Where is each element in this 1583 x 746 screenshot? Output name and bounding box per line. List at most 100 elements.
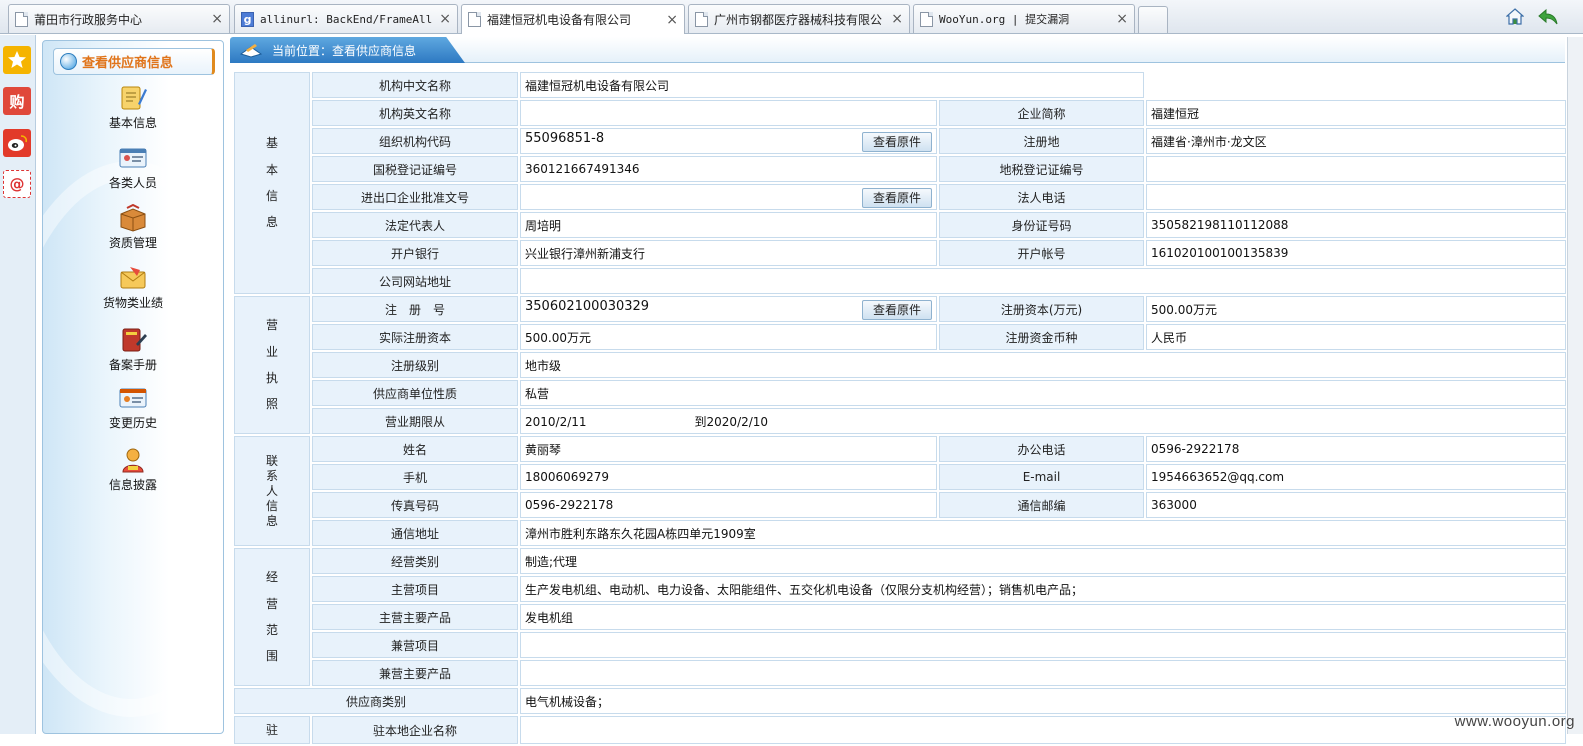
close-icon[interactable]: ×: [1116, 11, 1128, 27]
close-icon[interactable]: ×: [666, 12, 678, 28]
tab-putian[interactable]: 莆田市行政服务中心 ×: [8, 4, 230, 33]
nav-item-filing-manual[interactable]: 备案手册: [73, 326, 193, 373]
section-char: 业: [239, 339, 305, 365]
tab-guangzhou[interactable]: 广州市钢都医疗器械科技有限公 ×: [688, 4, 910, 33]
field-label: 兼营主要产品: [312, 660, 518, 686]
nav-item-performance[interactable]: 货物类业绩: [73, 264, 193, 311]
field-label: 开户银行: [312, 240, 518, 266]
field-label: 身份证号码: [939, 212, 1144, 238]
state-tax-value: 360121667491346: [520, 156, 937, 182]
table-row: 通信地址 漳州市胜利东路东久花园A栋四单元1909室: [234, 520, 1566, 546]
section-char: 围: [239, 643, 305, 669]
back-arrow-icon[interactable]: [1538, 8, 1558, 25]
nav-item-label: 变更历史: [109, 416, 157, 430]
field-label: 营业期限从: [312, 408, 518, 434]
breadcrumb: 当前位置：查看供应商信息: [230, 37, 465, 63]
nav-item-personnel[interactable]: 各类人员: [73, 144, 193, 191]
email-value: 1954663652@qq.com: [1146, 464, 1566, 490]
nav-item-disclosure[interactable]: 信息披露: [73, 446, 193, 493]
field-label: 办公电话: [939, 436, 1144, 462]
org-code-value: 55096851-8: [525, 131, 604, 146]
home-icon[interactable]: [1506, 8, 1524, 25]
field-label: 地税登记证编号: [939, 156, 1144, 182]
tab-google-search[interactable]: g allinurl: BackEnd/FrameAll.a ×: [234, 4, 458, 33]
table-row: 主营主要产品 发电机组: [234, 604, 1566, 630]
table-row: 公司网站地址: [234, 268, 1566, 294]
section-scope: 经 营 范 围: [234, 548, 310, 686]
section-basic-info: 基 本 信 息: [234, 72, 310, 294]
mail-icon[interactable]: @: [3, 170, 31, 198]
section-char: 本: [239, 157, 305, 183]
table-row: 机构英文名称 企业简称 福建恒冠: [234, 100, 1566, 126]
breadcrumb-text: 当前位置：查看供应商信息: [272, 42, 416, 59]
reg-no-value: 350602100030329: [525, 299, 649, 314]
section-char: 联: [239, 454, 305, 469]
nav-item-label: 货物类业绩: [103, 296, 163, 310]
period-from-value: 2010/2/11: [525, 415, 587, 429]
section-char: 信: [239, 499, 305, 514]
field-label: 注册资金币种: [939, 324, 1144, 350]
fax-value: 0596-2922178: [520, 492, 937, 518]
local-tax-value: [1146, 156, 1566, 182]
field-label: 传真号码: [312, 492, 518, 518]
view-original-button[interactable]: 查看原件: [862, 188, 932, 208]
id-card-icon: [118, 144, 148, 172]
section-char: 基: [239, 130, 305, 156]
side-business-value: [520, 632, 1566, 658]
en-name-value: [520, 100, 937, 126]
nav-item-label: 信息披露: [109, 478, 157, 492]
reg-capital-value: 500.00万元: [1146, 296, 1566, 322]
nav-item-qualification[interactable]: 资质管理: [73, 204, 193, 251]
nav-header: 查看供应商信息: [53, 48, 215, 75]
nav-item-basic-info[interactable]: 基本信息: [73, 84, 193, 131]
currency-value: 人民币: [1146, 324, 1566, 350]
field-label: 驻本地企业名称: [312, 716, 518, 744]
close-icon[interactable]: ×: [439, 11, 451, 27]
reg-place-value: 福建省·漳州市·龙文区: [1146, 128, 1566, 154]
view-original-button[interactable]: 查看原件: [862, 300, 932, 320]
tab-label: WooYun.org | 提交漏洞: [939, 11, 1110, 27]
field-label: 进出口企业批准文号: [312, 184, 518, 210]
field-label: 通信邮编: [939, 492, 1144, 518]
section-char: 营: [239, 591, 305, 617]
nav-item-label: 各类人员: [109, 176, 157, 190]
field-label: 注册级别: [312, 352, 518, 378]
section-char: 经: [239, 564, 305, 590]
shopping-icon[interactable]: 购: [3, 87, 31, 115]
watermark: www.wooyun.org: [1455, 713, 1575, 730]
table-row: 兼营主要产品: [234, 660, 1566, 686]
nav-item-change-history[interactable]: 变更历史: [73, 384, 193, 431]
nav-item-label: 备案手册: [109, 358, 157, 372]
section-char: 照: [239, 391, 305, 417]
field-label: 法人电话: [939, 184, 1144, 210]
field-label: 经营类别: [312, 548, 518, 574]
vertical-scrollbar[interactable]: [1567, 37, 1583, 734]
favorites-star-icon[interactable]: [3, 46, 31, 74]
supplier-info-table: 基 本 信 息 机构中文名称 福建恒冠机电设备有限公司 机构英文名称 企业简称 …: [232, 70, 1568, 746]
close-icon[interactable]: ×: [891, 11, 903, 27]
office-phone-value: 0596-2922178: [1146, 436, 1566, 462]
new-tab-button[interactable]: [1138, 6, 1168, 33]
tab-hengguan[interactable]: 福建恒冠机电设备有限公司 ×: [461, 4, 685, 34]
field-label: 兼营项目: [312, 632, 518, 658]
tab-wooyun[interactable]: WooYun.org | 提交漏洞 ×: [913, 4, 1135, 33]
table-row: 手机 18006069279 E-mail 1954663652@qq.com: [234, 464, 1566, 490]
tab-label: 福建恒冠机电设备有限公司: [487, 11, 660, 28]
table-row: 经 营 范 围 经营类别 制造;代理: [234, 548, 1566, 574]
address-value: 漳州市胜利东路东久花园A栋四单元1909室: [520, 520, 1566, 546]
main-business-value: 生产发电机组、电动机、电力设备、太阳能组件、五交化机电设备（仅限分支机构经营）；…: [520, 576, 1566, 602]
table-row: 供应商类别 电气机械设备；: [234, 688, 1566, 714]
bank-value: 兴业银行漳州新浦支行: [520, 240, 937, 266]
nature-value: 私营: [520, 380, 1566, 406]
table-row: 国税登记证编号 360121667491346 地税登记证编号: [234, 156, 1566, 182]
manual-book-icon: [118, 326, 148, 354]
page-icon: [468, 12, 481, 27]
view-original-button[interactable]: 查看原件: [862, 132, 932, 152]
section-resident: 驻: [234, 716, 310, 744]
close-icon[interactable]: ×: [211, 11, 223, 27]
envelope-icon: [118, 264, 148, 292]
legal-rep-value: 周培明: [520, 212, 937, 238]
weibo-icon[interactable]: [3, 129, 31, 157]
tab-label: 莆田市行政服务中心: [34, 11, 205, 28]
section-contact: 联 系 人 信 息: [234, 436, 310, 546]
